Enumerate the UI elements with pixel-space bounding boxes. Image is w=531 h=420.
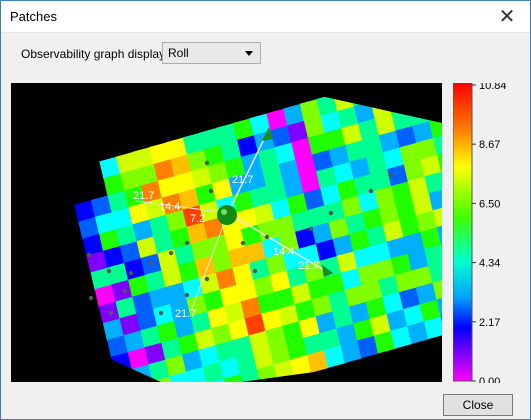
- graph-node: [106, 268, 112, 274]
- graph-label: 21.7: [133, 190, 154, 202]
- graph-node: [208, 188, 214, 194]
- camera-node-icon: [217, 205, 237, 225]
- graph-node: [204, 276, 210, 282]
- graph-node: [204, 160, 210, 166]
- graph-label: 14.4: [273, 246, 294, 258]
- graph-node: [264, 234, 270, 240]
- graph-label: 7.2: [190, 213, 205, 225]
- graph-node: [148, 260, 154, 266]
- patch-viewport[interactable]: 21.7 14.4 7.2 21.7 14.4 21.7 21.7: [11, 83, 442, 382]
- graph-node: [308, 226, 314, 232]
- display-label: Observability graph display:: [21, 47, 169, 61]
- graph-node: [128, 270, 134, 276]
- colorbar-tick-label: 10.84: [479, 83, 507, 92]
- colorbar-tick-label: 0.00: [479, 376, 500, 383]
- colorbar: 10.84 8.67 6.50 4.34 2.17 0.00: [453, 83, 507, 383]
- graph-label: 21.7: [298, 260, 319, 272]
- graph-label: 14.4: [159, 201, 180, 213]
- graph-node: [328, 210, 334, 216]
- display-select-value: Roll: [168, 46, 189, 60]
- graph-node: [108, 310, 114, 316]
- display-select[interactable]: Roll: [162, 42, 261, 64]
- graph-node: [86, 252, 92, 258]
- graph-node: [240, 240, 246, 246]
- graph-label: 21.7: [175, 308, 196, 320]
- close-icon[interactable]: ✕: [484, 1, 530, 32]
- colorbar-tick-label: 8.67: [479, 139, 500, 151]
- colorbar-tick-label: 6.50: [479, 198, 500, 210]
- graph-node: [388, 172, 394, 178]
- colorbar-tick-label: 4.34: [479, 258, 500, 270]
- graph-node: [122, 288, 128, 294]
- close-button[interactable]: Close: [443, 394, 513, 416]
- graph-node: [168, 250, 174, 256]
- graph-node: [158, 310, 164, 316]
- graph-node: [252, 268, 258, 274]
- graph-node: [88, 295, 94, 301]
- graph-node: [368, 188, 374, 194]
- graph-label: 21.7: [232, 174, 253, 186]
- colorbar-tick-label: 2.17: [479, 317, 500, 329]
- graph-node: [184, 292, 190, 298]
- title-bar: Patches ✕: [1, 1, 530, 33]
- window-title: Patches: [10, 9, 57, 24]
- colorbar-gradient: [453, 83, 473, 382]
- chevron-down-icon: [245, 51, 253, 56]
- patches-dialog: Patches ✕ Observability graph display: R…: [0, 0, 531, 420]
- camera-node-highlight: [221, 209, 227, 215]
- graph-node: [184, 240, 190, 246]
